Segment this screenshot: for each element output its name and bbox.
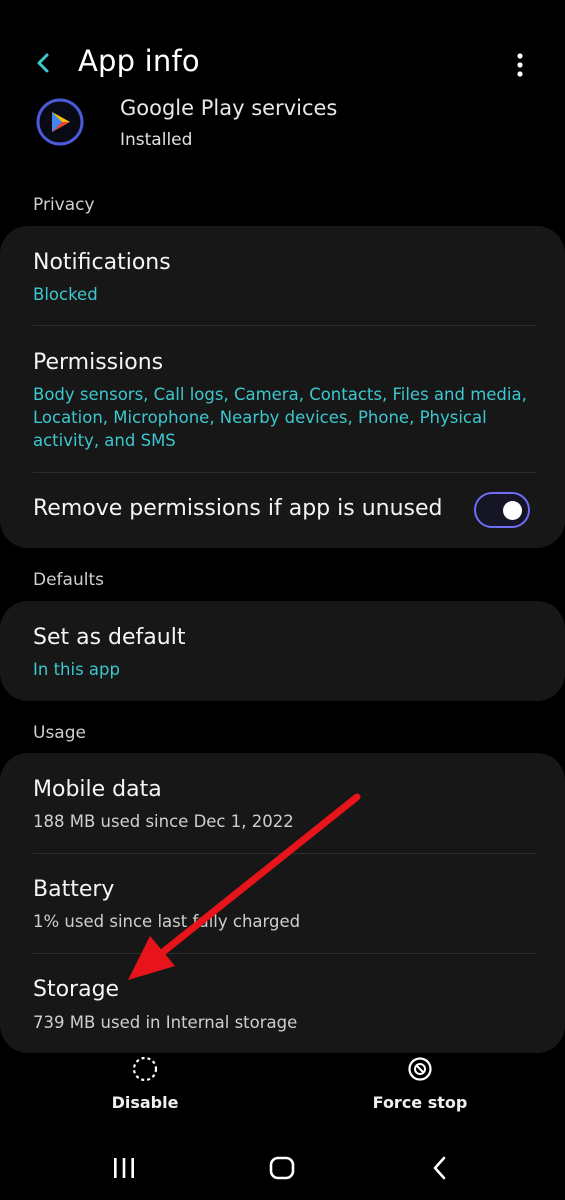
set-as-default-value: In this app bbox=[33, 660, 120, 679]
mobile-data-title: Mobile data bbox=[33, 777, 162, 802]
more-vert-icon bbox=[517, 53, 523, 77]
toggle-knob bbox=[503, 501, 522, 520]
notifications-title: Notifications bbox=[33, 250, 171, 275]
remove-permissions-toggle[interactable] bbox=[474, 492, 530, 528]
home-button[interactable] bbox=[262, 1150, 302, 1186]
battery-item[interactable]: Battery 1% used since last fully charged bbox=[0, 853, 565, 953]
force-stop-button[interactable]: Force stop bbox=[370, 1055, 470, 1112]
back-button[interactable] bbox=[28, 46, 58, 80]
notifications-item[interactable]: Notifications Blocked bbox=[0, 226, 565, 326]
storage-title: Storage bbox=[33, 977, 120, 1002]
disable-icon bbox=[132, 1056, 158, 1082]
notifications-status: Blocked bbox=[33, 285, 98, 304]
disable-label: Disable bbox=[111, 1093, 179, 1112]
app-header: Google Play services Installed bbox=[0, 96, 565, 166]
google-play-services-icon bbox=[36, 98, 84, 146]
defaults-card: Set as default In this app bbox=[0, 601, 565, 701]
permissions-title: Permissions bbox=[33, 350, 164, 375]
system-navigation-bar bbox=[0, 1140, 565, 1200]
app-name: Google Play services bbox=[120, 96, 338, 120]
storage-item[interactable]: Storage 739 MB used in Internal storage bbox=[0, 953, 565, 1053]
recents-button[interactable] bbox=[104, 1150, 144, 1186]
permissions-list: Body sensors, Call logs, Camera, Contact… bbox=[33, 385, 527, 450]
battery-title: Battery bbox=[33, 877, 115, 902]
more-options-button[interactable] bbox=[506, 48, 534, 82]
remove-permissions-title: Remove permissions if app is unused bbox=[33, 496, 443, 521]
force-stop-label: Force stop bbox=[372, 1093, 468, 1112]
battery-value: 1% used since last fully charged bbox=[33, 912, 301, 931]
back-icon bbox=[433, 1156, 446, 1180]
home-icon bbox=[269, 1156, 295, 1180]
section-header-defaults: Defaults bbox=[33, 570, 104, 590]
force-stop-icon bbox=[408, 1057, 432, 1081]
usage-card: Mobile data 188 MB used since Dec 1, 202… bbox=[0, 753, 565, 1053]
mobile-data-value: 188 MB used since Dec 1, 2022 bbox=[33, 812, 294, 831]
mobile-data-item[interactable]: Mobile data 188 MB used since Dec 1, 202… bbox=[0, 753, 565, 853]
section-header-usage: Usage bbox=[33, 723, 86, 743]
set-as-default-title: Set as default bbox=[33, 625, 186, 650]
page-title: App info bbox=[78, 44, 200, 78]
chevron-left-icon bbox=[37, 53, 49, 73]
disable-button[interactable]: Disable bbox=[100, 1055, 190, 1112]
permissions-item[interactable]: Permissions Body sensors, Call logs, Cam… bbox=[0, 326, 565, 472]
recents-icon bbox=[114, 1158, 134, 1178]
back-nav-button[interactable] bbox=[420, 1150, 460, 1186]
bottom-action-bar: Disable Force stop bbox=[0, 1055, 565, 1125]
storage-value: 739 MB used in Internal storage bbox=[33, 1013, 298, 1032]
set-as-default-item[interactable]: Set as default In this app bbox=[0, 601, 565, 701]
section-header-privacy: Privacy bbox=[33, 195, 95, 215]
app-install-status: Installed bbox=[120, 130, 193, 150]
